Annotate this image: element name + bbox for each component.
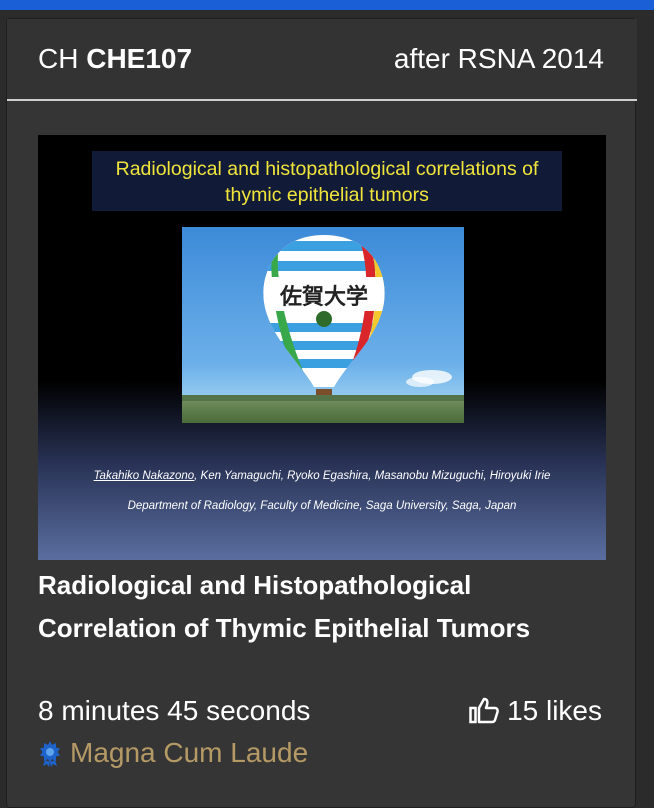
exhibit-title[interactable]: Radiological and Histopathological Corre… <box>38 564 598 650</box>
card-header: CH CHE107 after RSNA 2014 <box>7 19 637 101</box>
award-badge: Magna Cum Laude <box>38 737 308 769</box>
top-bar <box>0 0 654 10</box>
exhibit-code: CH CHE107 <box>38 43 193 74</box>
conference-label: after RSNA 2014 <box>393 43 604 74</box>
exhibit-duration: 8 minutes 45 seconds <box>38 695 311 726</box>
award-medal-icon <box>40 741 60 767</box>
svg-text:佐賀大学: 佐賀大学 <box>279 284 368 310</box>
exhibit-thumbnail[interactable]: Radiological and histopathological corre… <box>38 135 606 560</box>
slide-title: Radiological and histopathological corre… <box>92 151 562 211</box>
slide-department: Department of Radiology, Faculty of Medi… <box>127 500 517 512</box>
thumbs-up-icon <box>469 697 499 724</box>
likes-count[interactable]: 15 likes <box>469 695 602 727</box>
exhibit-card[interactable]: CH CHE107 after RSNA 2014 Radiological a… <box>6 18 637 808</box>
slide-authors: Takahiko Nakazono, Ken Yamaguchi, Ryoko … <box>93 470 551 482</box>
balloon-photo: 佐賀大学 <box>182 227 464 423</box>
